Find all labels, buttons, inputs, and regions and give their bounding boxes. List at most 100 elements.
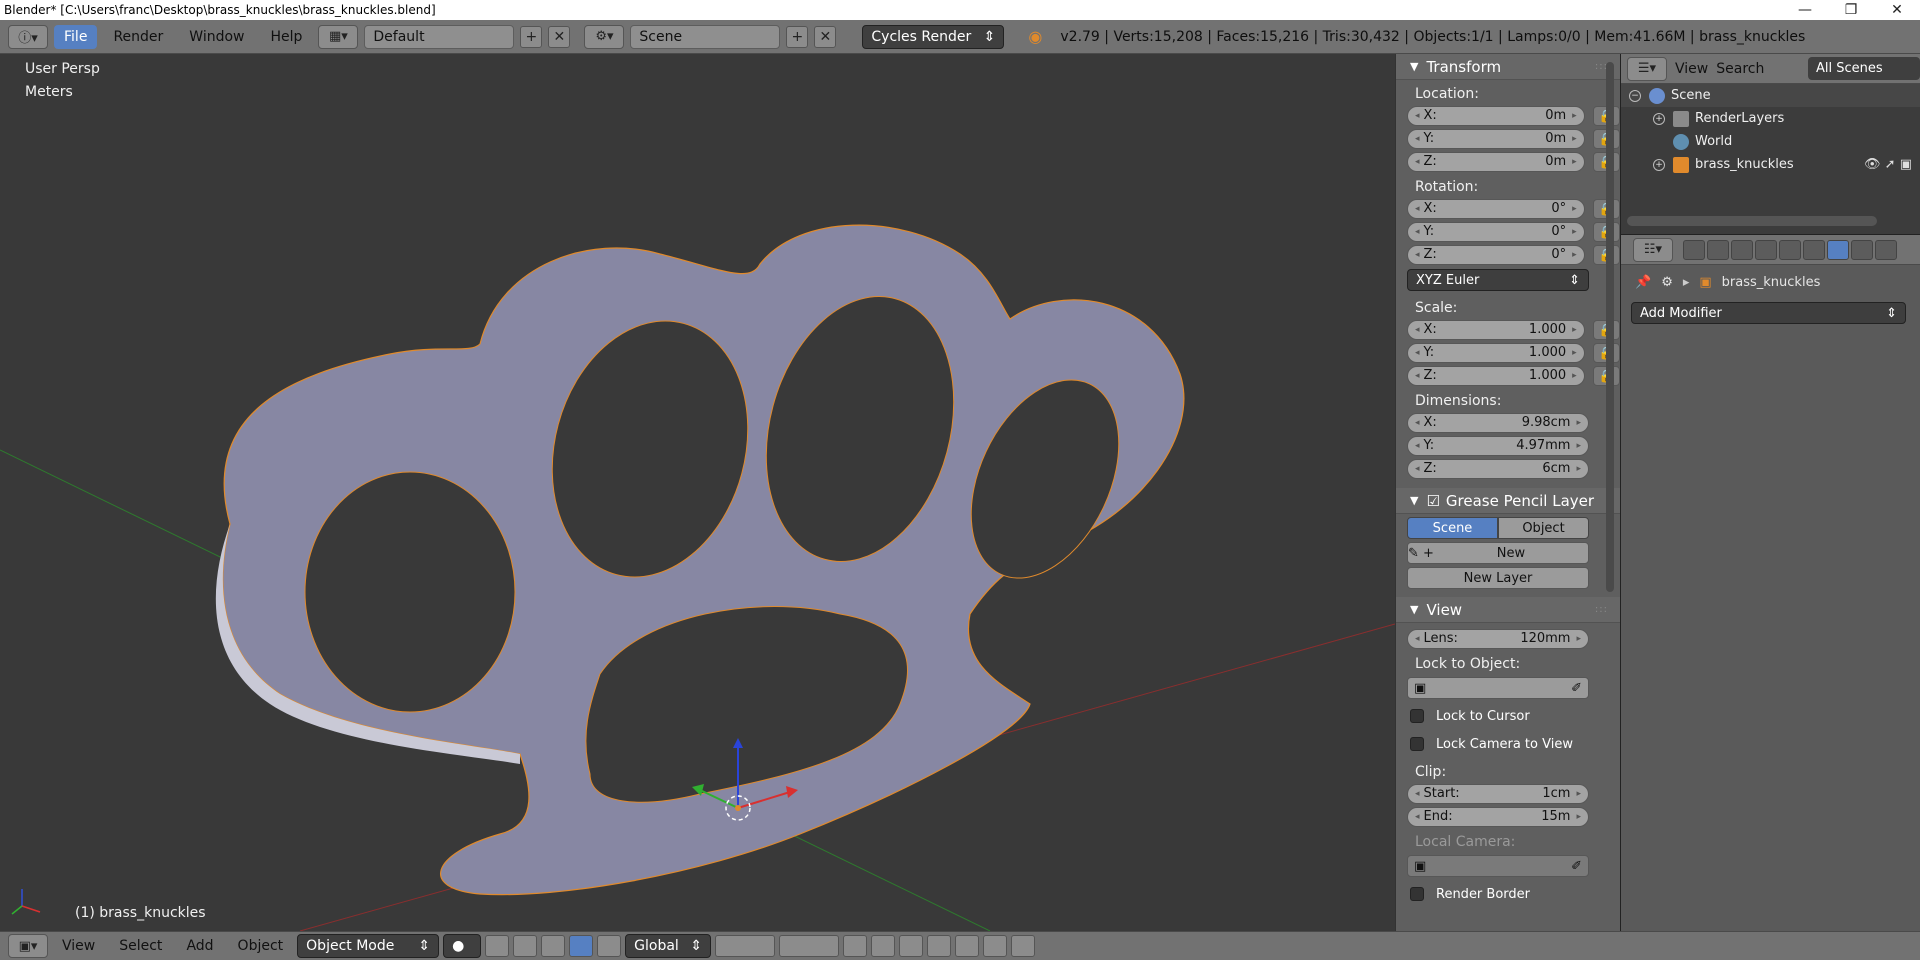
lock-to-cursor-checkbox[interactable]: Lock to Cursor [1396,702,1620,730]
lens-field[interactable]: ◂ Lens: 120mm ▸ [1407,628,1589,649]
render-tab-icon[interactable] [1683,239,1705,260]
material-tab-icon[interactable] [1875,239,1897,260]
scale-z-field[interactable]: ◂ Z: 1.000 ▸ [1407,365,1585,386]
lock-camera-checkbox[interactable]: Lock Camera to View [1396,730,1620,758]
3d-view-editor-type-icon[interactable]: ▣▾ [8,934,48,958]
menu-help[interactable]: Help [260,25,312,49]
scene-field[interactable]: Scene [630,24,781,49]
restore-button[interactable]: ❐ [1828,0,1874,20]
local-camera-field[interactable]: ▣ ✐ [1407,855,1589,877]
properties-editor-type-icon[interactable]: ☷▾ [1633,237,1673,262]
add-scene-button[interactable]: + [786,25,809,48]
rotation-z-field[interactable]: ◂ Z: 0° ▸ [1407,244,1585,265]
tab-object[interactable]: Object [1498,517,1589,539]
outliner-editor-type-icon[interactable]: ☰▾ [1627,56,1667,81]
add-modifier-dropdown[interactable]: Add Modifier ⇕ [1631,302,1906,324]
grease-pencil-panel-header[interactable]: ▼ ☑ Grease Pencil Layer [1396,488,1620,514]
pivot-icon[interactable] [485,935,510,957]
menu-render[interactable]: Render [103,25,173,49]
translate-manipulator-icon[interactable] [541,935,566,957]
scene-icon[interactable]: ⚙▾ [584,24,625,49]
pin-icon[interactable]: 📌 [1635,275,1651,290]
clip-end-field[interactable]: ◂ End: 15m ▸ [1407,806,1589,827]
outliner-view-menu[interactable]: View [1675,61,1708,77]
screen-layout-icon[interactable]: ▦▾ [318,24,359,49]
minimize-button[interactable]: — [1782,0,1828,20]
visibility-eye-icon[interactable]: 👁 ➚ ▣ [1864,157,1912,172]
outliner-item-scene[interactable]: − Scene [1621,84,1920,107]
info-editor-type-icon[interactable]: ⓘ▾ [8,24,48,49]
outliner-display-mode[interactable]: All Scenes [1808,57,1920,80]
add-layout-button[interactable]: + [520,25,543,48]
location-y-field[interactable]: ◂ Y: 0m ▸ [1407,128,1585,149]
layers-grid-2-icon[interactable] [779,935,840,957]
layers-grid-icon[interactable] [715,935,776,957]
location-x-field[interactable]: ◂ X: 0m ▸ [1407,105,1585,126]
outliner-scrollbar[interactable] [1627,216,1877,226]
manipulator-toggle-icon[interactable] [513,935,538,957]
scale-manipulator-icon[interactable] [597,935,622,957]
dimension-x-row: ◂ X: 9.98cm ▸ [1396,411,1620,434]
3d-viewport[interactable]: User Persp Meters (1) brass_knuckles [0,54,1395,931]
render-animation-icon[interactable] [1011,935,1036,957]
outliner-header: ☰▾ View Search All Scenes [1621,54,1920,84]
dimension-z-field[interactable]: ◂ Z: 6cm ▸ [1407,458,1589,479]
checkbox-checked-icon[interactable]: ☑ [1426,492,1439,510]
lock-layers-icon[interactable] [843,935,868,957]
delete-layout-button[interactable]: ✕ [548,25,571,48]
modifiers-tab-icon[interactable] [1827,239,1849,260]
render-engine-dropdown[interactable]: Cycles Render ⇕ [862,24,1005,49]
collapse-icon[interactable]: − [1629,89,1641,102]
render-preview-icon[interactable] [983,935,1008,957]
menu-window[interactable]: Window [179,25,254,49]
menu-select[interactable]: Select [109,938,172,954]
world-tab-icon[interactable] [1755,239,1777,260]
dimension-x-field[interactable]: ◂ X: 9.98cm ▸ [1407,412,1589,433]
outliner-item-world[interactable]: World [1621,130,1920,153]
rotate-manipulator-icon[interactable] [569,935,594,957]
snap-target-icon[interactable] [955,935,980,957]
mode-dropdown[interactable]: Object Mode ⇕ [297,934,440,958]
close-button[interactable]: ✕ [1874,0,1920,20]
data-tab-icon[interactable] [1851,239,1873,260]
expand-icon[interactable]: + [1653,112,1665,125]
lock-object-field[interactable]: ▣ ✐ [1407,677,1589,699]
eyedropper-icon[interactable]: ✐ [1571,681,1582,696]
scale-x-field[interactable]: ◂ X: 1.000 ▸ [1407,319,1585,340]
scale-y-field[interactable]: ◂ Y: 1.000 ▸ [1407,342,1585,363]
menu-add[interactable]: Add [176,938,223,954]
render-layers-tab-icon[interactable] [1707,239,1729,260]
dimension-y-field[interactable]: ◂ Y: 4.97mm ▸ [1407,435,1589,456]
shading-dropdown[interactable]: ● [443,934,482,958]
view-panel-header[interactable]: ▼ View ::: [1396,597,1620,623]
menu-object[interactable]: Object [228,938,294,954]
new-grease-pencil-button[interactable]: ✎ + New [1407,542,1589,564]
proportional-edit-icon[interactable] [871,935,896,957]
grip-icon[interactable]: ::: [1595,604,1608,615]
rotation-mode-dropdown[interactable]: XYZ Euler ⇕ [1407,269,1589,291]
layout-field[interactable]: Default [364,24,515,49]
tab-scene[interactable]: Scene [1407,517,1498,539]
sidebar-scrollbar[interactable] [1606,62,1614,592]
menu-view[interactable]: View [52,938,105,954]
snap-icon[interactable] [899,935,924,957]
rotation-x-field[interactable]: ◂ X: 0° ▸ [1407,198,1585,219]
constraints-tab-icon[interactable] [1803,239,1825,260]
rotation-y-field[interactable]: ◂ Y: 0° ▸ [1407,221,1585,242]
transform-panel-header[interactable]: ▼ Transform ::: [1396,54,1620,80]
outliner-search-menu[interactable]: Search [1716,61,1764,77]
eyedropper-icon[interactable]: ✐ [1571,859,1582,874]
render-border-checkbox[interactable]: Render Border [1396,880,1620,908]
outliner-item-renderlayers[interactable]: + RenderLayers [1621,107,1920,130]
orientation-dropdown[interactable]: Global ⇕ [625,934,712,958]
scene-tab-icon[interactable] [1731,239,1753,260]
object-tab-icon[interactable] [1779,239,1801,260]
new-layer-button[interactable]: New Layer [1407,567,1589,589]
expand-icon[interactable]: + [1653,158,1665,171]
clip-start-field[interactable]: ◂ Start: 1cm ▸ [1407,783,1589,804]
snap-element-icon[interactable] [927,935,952,957]
delete-scene-button[interactable]: ✕ [814,25,837,48]
outliner-item-brass-knuckles[interactable]: + brass_knuckles 👁 ➚ ▣ [1621,153,1920,176]
location-z-field[interactable]: ◂ Z: 0m ▸ [1407,151,1585,172]
menu-file[interactable]: File [54,24,98,49]
